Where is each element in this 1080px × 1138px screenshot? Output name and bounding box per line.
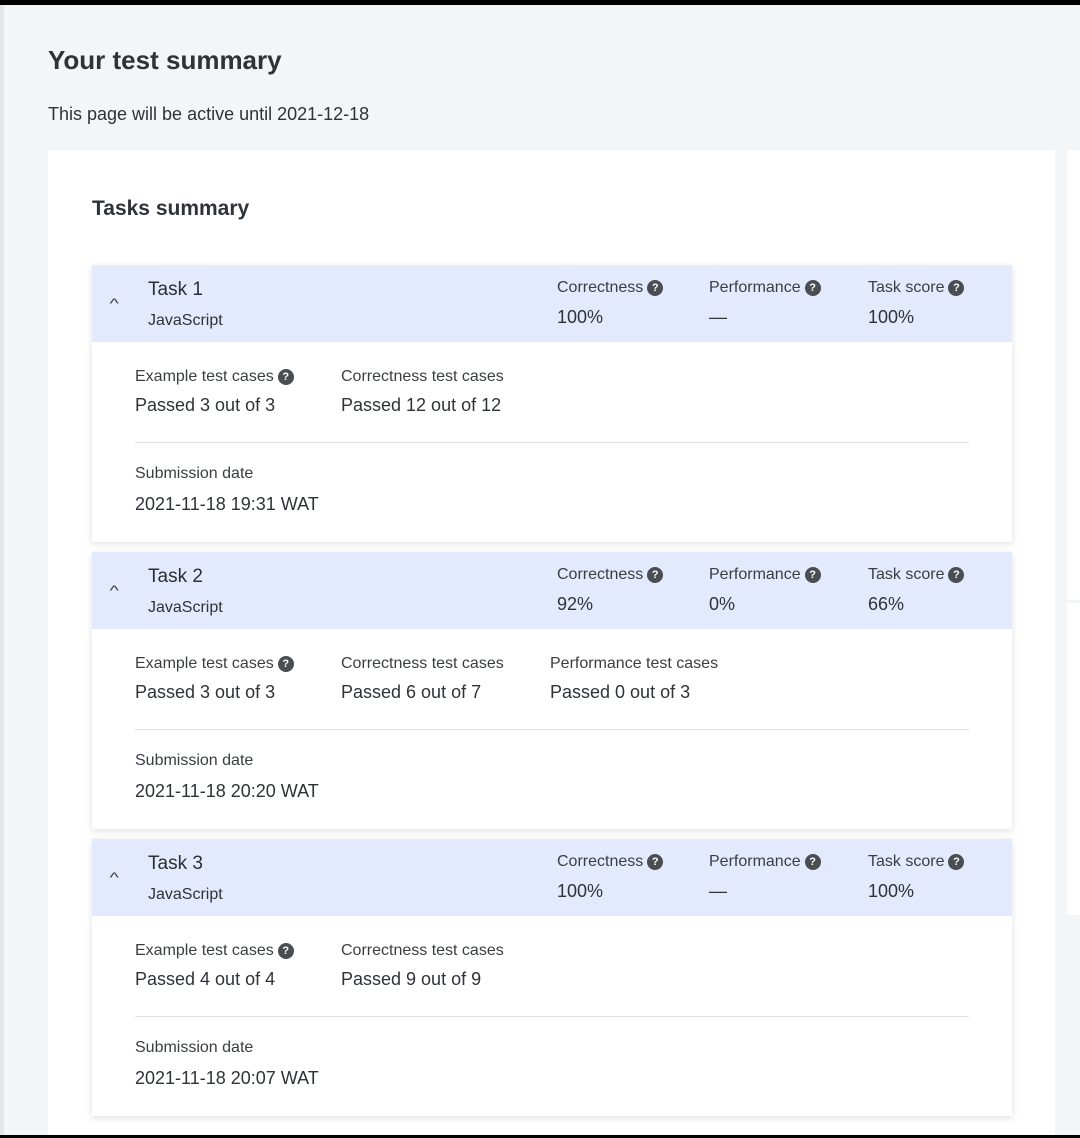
tasks-summary-card: Tasks summary ^ Task 1 JavaScript Correc… [48,150,1055,1135]
performance-label: Performance [709,566,801,583]
submission-date: Submission date 2021-11-18 19:31 WAT [135,465,319,515]
correctness-test-cases: Correctness test cases Passed 6 out of 7 [341,653,504,703]
performance-cases-value: Passed 0 out of 3 [550,682,691,702]
correctness-metric: Correctness? 100% [557,277,664,328]
example-cases-value: Passed 3 out of 3 [135,682,276,702]
page-title: Your test summary [48,45,282,75]
submission-date-value: 2021-11-18 20:07 WAT [135,1068,319,1088]
help-icon[interactable]: ? [948,280,965,296]
example-cases-label: Example test cases [135,368,274,385]
task-header[interactable]: ^ Task 2 JavaScript Correctness? 92% Per… [92,552,1012,629]
task-card-2: ^ Task 2 JavaScript Correctness? 92% Per… [92,552,1012,829]
correctness-cases-label: Correctness test cases [341,942,504,959]
side-panel [1067,603,1080,915]
correctness-value: 100% [557,881,604,901]
task-name: Task 1 [148,279,203,300]
help-icon[interactable]: ? [804,854,821,870]
submission-date-value: 2021-11-18 20:20 WAT [135,781,319,801]
task-language: JavaScript [148,312,223,329]
performance-metric: Performance? 0% [709,564,821,615]
performance-cases-label: Performance test cases [550,655,719,672]
task-language: JavaScript [148,599,223,616]
submission-date: Submission date 2021-11-18 20:07 WAT [135,1039,319,1089]
task-score-label: Task score [868,853,945,870]
correctness-label: Correctness [557,853,644,870]
chevron-up-icon[interactable]: ^ [110,295,119,311]
submission-date-value: 2021-11-18 19:31 WAT [135,494,319,514]
correctness-cases-label: Correctness test cases [341,368,504,385]
page: Your test summary This page will be acti… [0,5,1080,1135]
help-icon[interactable]: ? [647,280,664,296]
task-score-value: 66% [868,594,905,614]
correctness-label: Correctness [557,566,644,583]
divider [135,729,969,730]
help-icon[interactable]: ? [277,943,294,959]
performance-value: — [709,307,727,327]
correctness-test-cases: Correctness test cases Passed 12 out of … [341,366,504,416]
task-score-value: 100% [868,881,915,901]
correctness-cases-value: Passed 12 out of 12 [341,395,502,415]
example-cases-value: Passed 3 out of 3 [135,395,276,415]
task-card-3: ^ Task 3 JavaScript Correctness? 100% Pe… [92,839,1012,1116]
submission-date-label: Submission date [135,1039,254,1056]
correctness-metric: Correctness? 100% [557,851,664,902]
help-icon[interactable]: ? [948,567,965,583]
help-icon[interactable]: ? [647,854,664,870]
task-score-metric: Task score? 100% [868,851,965,902]
performance-test-cases: Performance test cases Passed 0 out of 3 [550,653,718,703]
task-name: Task 2 [148,566,203,587]
task-name: Task 3 [148,853,203,874]
submission-date-label: Submission date [135,465,254,482]
performance-metric: Performance? — [709,851,821,902]
example-cases-label: Example test cases [135,942,274,959]
task-header[interactable]: ^ Task 3 JavaScript Correctness? 100% Pe… [92,839,1012,916]
example-cases-label: Example test cases [135,655,274,672]
correctness-cases-value: Passed 6 out of 7 [341,682,482,702]
performance-value: — [709,881,727,901]
chevron-up-icon[interactable]: ^ [110,869,119,885]
help-icon[interactable]: ? [647,567,664,583]
correctness-value: 100% [557,307,604,327]
task-card-1: ^ Task 1 JavaScript Correctness? 100% Pe… [92,265,1012,542]
divider [135,1016,969,1017]
correctness-test-cases: Correctness test cases Passed 9 out of 9 [341,940,504,990]
correctness-value: 92% [557,594,594,614]
help-icon[interactable]: ? [804,280,821,296]
divider [135,442,969,443]
help-icon[interactable]: ? [277,369,294,385]
help-icon[interactable]: ? [804,567,821,583]
task-score-metric: Task score? 66% [868,564,965,615]
example-test-cases: Example test cases? Passed 4 out of 4 [135,940,294,990]
task-score-value: 100% [868,307,915,327]
help-icon[interactable]: ? [948,854,965,870]
example-cases-value: Passed 4 out of 4 [135,969,276,989]
correctness-cases-value: Passed 9 out of 9 [341,969,482,989]
tasks-summary-title: Tasks summary [92,197,250,220]
chevron-up-icon[interactable]: ^ [110,582,119,598]
page-subtitle: This page will be active until 2021-12-1… [48,104,370,124]
correctness-metric: Correctness? 92% [557,564,664,615]
submission-date-label: Submission date [135,752,254,769]
submission-date: Submission date 2021-11-18 20:20 WAT [135,752,319,802]
example-test-cases: Example test cases? Passed 3 out of 3 [135,653,294,703]
task-score-label: Task score [868,279,945,296]
example-test-cases: Example test cases? Passed 3 out of 3 [135,366,294,416]
side-panel [1067,150,1080,600]
correctness-label: Correctness [557,279,644,296]
performance-metric: Performance? — [709,277,821,328]
task-language: JavaScript [148,886,223,903]
task-score-metric: Task score? 100% [868,277,965,328]
help-icon[interactable]: ? [277,656,294,672]
performance-label: Performance [709,279,801,296]
correctness-cases-label: Correctness test cases [341,655,504,672]
performance-value: 0% [709,594,736,614]
performance-label: Performance [709,853,801,870]
task-header[interactable]: ^ Task 1 JavaScript Correctness? 100% Pe… [92,265,1012,342]
task-score-label: Task score [868,566,945,583]
